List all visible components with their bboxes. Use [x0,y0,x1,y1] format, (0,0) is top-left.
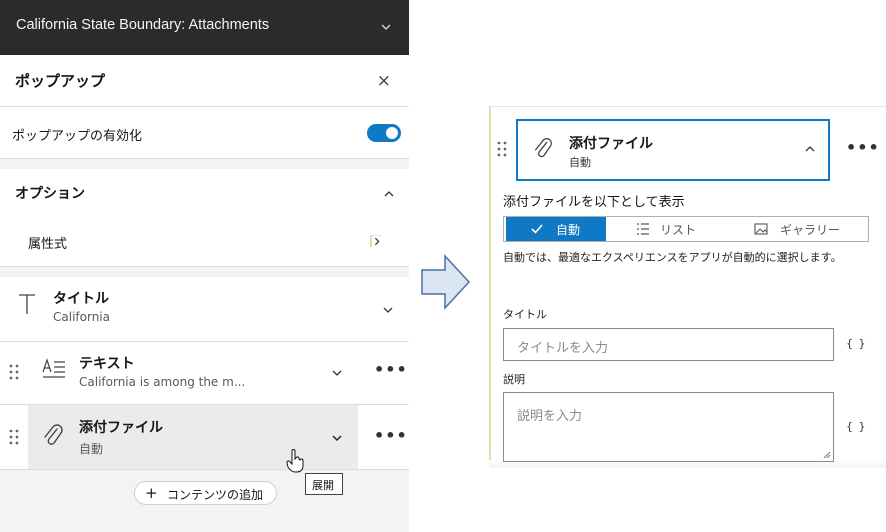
panel-title: ポップアップ [15,72,106,90]
close-icon[interactable]: × [377,71,391,91]
item-subtitle: California is among the m... [79,375,246,389]
more-icon[interactable]: ••• [374,426,408,445]
item-hover-highlight [28,405,358,469]
drag-handle-icon[interactable] [497,141,507,157]
attribute-expressions-link[interactable]: 属性式 [28,233,67,252]
chevron-right-icon[interactable] [370,235,382,247]
options-section: オプション 属性式 [0,169,409,267]
hand-cursor-icon [286,449,304,473]
more-icon[interactable]: ••• [374,360,408,379]
paperclip-icon [44,424,63,445]
arrow-right-icon [421,254,471,310]
text-title-icon [19,294,35,314]
card-title: 添付ファイル [569,136,653,152]
image-icon [754,223,768,235]
layer-header[interactable]: California State Boundary: Attachments [0,0,409,55]
drag-handle-icon[interactable] [9,364,19,380]
title-placeholder: タイトルを入力 [517,341,609,356]
more-icon[interactable]: ••• [846,138,880,157]
option-label: ギャラリー [780,223,841,237]
enable-popup-row: ポップアップの有効化 [0,107,409,159]
option-label: リスト [660,223,697,237]
chevron-up-icon[interactable] [804,143,816,155]
layer-title: California State Boundary: Attachments [16,17,270,33]
popup-panel-header: ポップアップ × [0,55,409,107]
add-content-button[interactable]: + コンテンツの追加 [134,481,277,505]
content-item-title[interactable]: タイトル California [0,277,409,342]
attachments-card-expanded[interactable]: 添付ファイル 自動 [516,119,830,181]
list-icon [637,223,649,235]
content-item-text[interactable]: テキスト California is among the m... ••• [0,342,409,405]
chevron-down-icon[interactable] [330,431,344,445]
title-input[interactable]: タイトルを入力 [503,328,834,361]
chevron-down-icon[interactable] [381,303,395,317]
display-mode-description: 自動では、最適なエクスペリエンスをアプリが自動的に選択します。 [503,251,842,264]
item-label: 添付ファイル [79,420,163,436]
item-subtitle: 自動 [79,442,104,456]
item-label: タイトル [53,291,109,307]
chevron-up-icon[interactable] [382,187,396,201]
tooltip-text: 展開 [312,479,334,492]
popup-config-panel: California State Boundary: Attachments ポ… [0,0,409,532]
title-field-label: タイトル [503,308,547,321]
enable-popup-toggle[interactable] [367,124,401,142]
option-auto[interactable]: 自動 [506,217,606,241]
resize-handle-icon[interactable] [823,451,831,459]
item-label: テキスト [79,356,135,372]
section-divider [0,267,409,277]
option-gallery[interactable]: ギャラリー [754,217,868,241]
paperclip-icon [534,138,552,158]
caption-textarea[interactable]: 説明を入力 [503,392,834,462]
display-mode-segmented-control: 自動 リスト ギャラリー [503,216,869,242]
option-list[interactable]: リスト [636,217,736,241]
expression-button[interactable]: { } [846,337,867,350]
enable-popup-label: ポップアップの有効化 [12,129,143,144]
drag-handle-icon[interactable] [9,429,19,445]
caption-field-label: 説明 [503,373,525,386]
plus-icon: + [145,484,158,502]
item-subtitle: California [53,310,110,324]
caption-placeholder: 説明を入力 [517,409,583,424]
card-subtitle: 自動 [569,156,591,169]
display-as-label: 添付ファイルを以下として表示 [503,195,685,210]
content-item-attachments[interactable]: 添付ファイル 自動 ••• [0,405,409,470]
check-icon [531,224,543,234]
expand-tooltip: 展開 [305,473,343,495]
section-divider [0,159,409,169]
text-paragraph-icon [42,358,65,378]
toggle-knob [386,127,398,139]
chevron-down-icon[interactable] [330,366,344,380]
options-title: オプション [15,186,85,202]
option-label: 自動 [556,223,581,237]
chevron-down-icon[interactable] [379,20,393,34]
expression-button[interactable]: { } [846,420,867,433]
add-content-label: コンテンツの追加 [167,488,264,502]
